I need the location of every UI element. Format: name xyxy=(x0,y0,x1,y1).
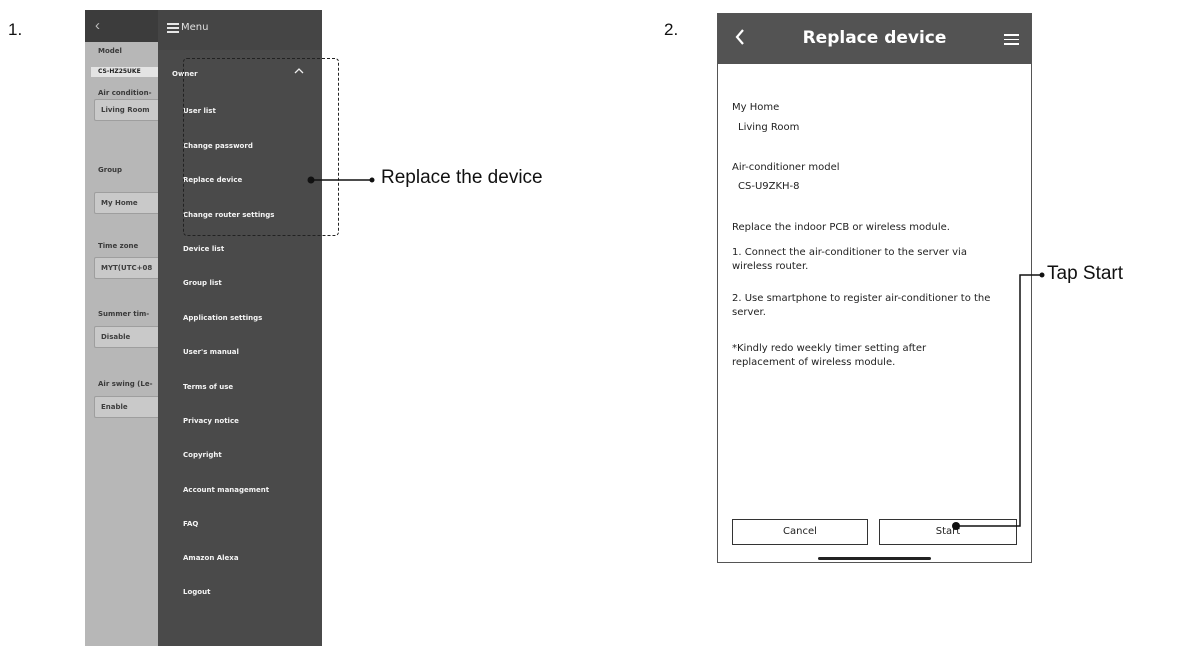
air-swing-label: Air swing (Le- xyxy=(98,380,153,388)
menu-item-change-password[interactable]: Change password xyxy=(183,142,253,150)
menu-item-user-list[interactable]: User list xyxy=(183,107,216,115)
model-label: Air-conditioner model xyxy=(732,162,840,173)
cancel-button[interactable]: Cancel xyxy=(732,519,868,545)
menu-header: Menu xyxy=(158,10,322,50)
hamburger-icon[interactable] xyxy=(167,23,179,33)
menu-item-logout[interactable]: Logout xyxy=(183,588,210,596)
chevron-up-icon[interactable] xyxy=(294,66,304,76)
replace-device-header: Replace device xyxy=(718,14,1031,64)
timezone-label: Time zone xyxy=(98,242,139,250)
menu-item-amazon-alexa[interactable]: Amazon Alexa xyxy=(183,554,239,562)
menu-item-account-management[interactable]: Account management xyxy=(183,486,269,494)
aircon-field[interactable]: Living Room xyxy=(94,99,158,121)
summer-time-field[interactable]: Disable xyxy=(94,326,158,348)
model-value: CS-U9ZKH-8 xyxy=(738,181,800,192)
step-number-2: 2. xyxy=(664,20,679,39)
note-text: *Kindly redo weekly timer setting after … xyxy=(732,343,927,368)
page-title: Replace device xyxy=(802,28,947,48)
menu-item-replace-device[interactable]: Replace device xyxy=(183,176,242,184)
side-menu: Menu Owner User list Change password Rep… xyxy=(158,10,322,646)
back-icon[interactable]: ‹ xyxy=(95,17,100,34)
menu-item-faq[interactable]: FAQ xyxy=(183,520,198,528)
air-swing-field[interactable]: Enable xyxy=(94,396,158,418)
group-label: Group xyxy=(98,166,123,174)
room-value: Living Room xyxy=(738,122,800,133)
step-number-1: 1. xyxy=(8,20,23,39)
menu-item-copyright[interactable]: Copyright xyxy=(183,451,222,459)
menu-owner-section[interactable]: Owner xyxy=(172,70,198,78)
callout-tap-start: Tap Start xyxy=(1047,263,1124,284)
instruction-text: Replace the indoor PCB or wireless modul… xyxy=(732,222,950,233)
callout-pointer-start xyxy=(952,272,1045,530)
menu-item-device-list[interactable]: Device list xyxy=(183,245,224,253)
menu-item-application-settings[interactable]: Application settings xyxy=(183,314,262,322)
menu-item-group-list[interactable]: Group list xyxy=(183,279,222,287)
model-label: Model xyxy=(98,47,122,55)
callout-pointer-replace xyxy=(307,176,375,184)
menu-item-terms-of-use[interactable]: Terms of use xyxy=(183,383,233,391)
screen-menu: ‹ Model CS-HZ25UKE Air condition- Living… xyxy=(85,10,322,646)
menu-item-privacy-notice[interactable]: Privacy notice xyxy=(183,417,239,425)
menu-item-change-router-settings[interactable]: Change router settings xyxy=(183,211,274,219)
hamburger-icon[interactable] xyxy=(1004,34,1019,45)
home-label: My Home xyxy=(732,102,780,113)
settings-header: ‹ xyxy=(85,10,158,42)
timezone-field[interactable]: MYT(UTC+08 xyxy=(94,257,158,279)
callout-replace-the-device: Replace the device xyxy=(381,167,543,188)
menu-title: Menu xyxy=(181,22,209,33)
home-indicator xyxy=(818,557,931,560)
menu-item-users-manual[interactable]: User's manual xyxy=(183,348,239,356)
aircon-label: Air condition- xyxy=(98,89,152,97)
summer-time-label: Summer tim- xyxy=(98,310,150,318)
group-field[interactable]: My Home xyxy=(94,192,158,214)
model-value: CS-HZ25UKE xyxy=(91,67,158,77)
